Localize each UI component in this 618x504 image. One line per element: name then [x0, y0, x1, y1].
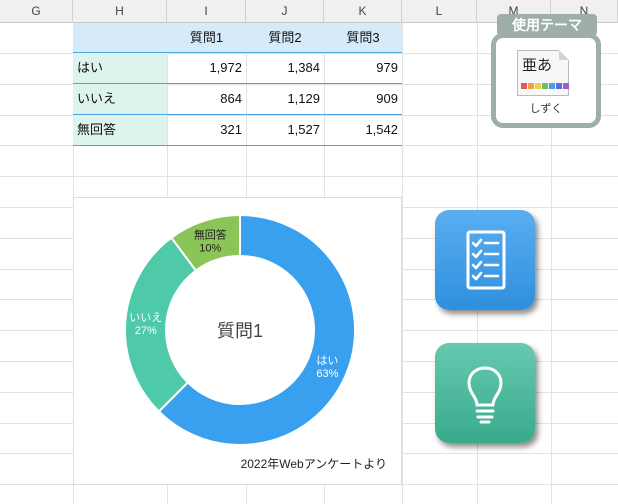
- cell-no-answer-q3[interactable]: 1,542: [324, 115, 402, 145]
- theme-thumbnail[interactable]: 亜あ: [517, 50, 569, 96]
- theme-swatch: [563, 83, 569, 89]
- row-label-yes[interactable]: はい: [73, 53, 167, 83]
- theme-swatch: [556, 83, 562, 89]
- cell-no-q3[interactable]: 909: [324, 84, 402, 114]
- table-divider: [73, 114, 402, 115]
- table-header-q1[interactable]: 質問1: [167, 23, 246, 53]
- cell-no-q2[interactable]: 1,129: [246, 84, 324, 114]
- cell-yes-q2[interactable]: 1,384: [246, 53, 324, 83]
- theme-color-swatches: [521, 83, 570, 89]
- spreadsheet: G H I J K L M N 質問1 質問2 質問3 はい 1,972 1,3…: [0, 0, 618, 504]
- slice-label-yes: はい 63%: [316, 354, 338, 380]
- checklist-button[interactable]: [435, 210, 535, 310]
- cell-yes-q3[interactable]: 979: [324, 53, 402, 83]
- row-label-no-answer[interactable]: 無回答: [73, 115, 167, 145]
- chart-source-note: 2022年Webアンケートより: [240, 457, 387, 471]
- theme-swatch: [535, 83, 541, 89]
- theme-swatch: [549, 83, 555, 89]
- table-divider: [73, 145, 402, 146]
- donut-chart-svg: はい 63%いいえ 27%無回答 10%質問1: [124, 213, 356, 446]
- table-header-q2[interactable]: 質問2: [246, 23, 324, 53]
- cell-no-answer-q2[interactable]: 1,527: [246, 115, 324, 145]
- lightbulb-icon: [467, 366, 503, 424]
- checklist-icon: [466, 230, 506, 290]
- chart-title: 質問1: [217, 321, 263, 341]
- theme-name: しずく: [529, 103, 563, 115]
- theme-panel-title: 使用テーマ: [497, 14, 597, 36]
- theme-swatch: [528, 83, 534, 89]
- table-divider: [73, 83, 402, 84]
- idea-button[interactable]: [435, 343, 535, 443]
- cell-yes-q1[interactable]: 1,972: [167, 53, 246, 83]
- cell-no-answer-q1[interactable]: 321: [167, 115, 246, 145]
- page-fold-icon: [559, 50, 569, 60]
- table-corner-cell[interactable]: [73, 23, 167, 53]
- donut-chart[interactable]: はい 63% いいえ 27% 無回答 10% 質問1 2022年Webアンケートより: [73, 197, 402, 485]
- cell-no-q1[interactable]: 864: [167, 84, 246, 114]
- theme-swatch: [521, 83, 527, 89]
- theme-panel[interactable]: 亜あ しずく: [491, 33, 601, 128]
- row-label-no[interactable]: いいえ: [73, 84, 167, 114]
- table-divider: [73, 52, 402, 53]
- table-header-q3[interactable]: 質問3: [324, 23, 402, 53]
- theme-swatch: [542, 83, 548, 89]
- theme-sample-text: 亜あ: [522, 57, 553, 74]
